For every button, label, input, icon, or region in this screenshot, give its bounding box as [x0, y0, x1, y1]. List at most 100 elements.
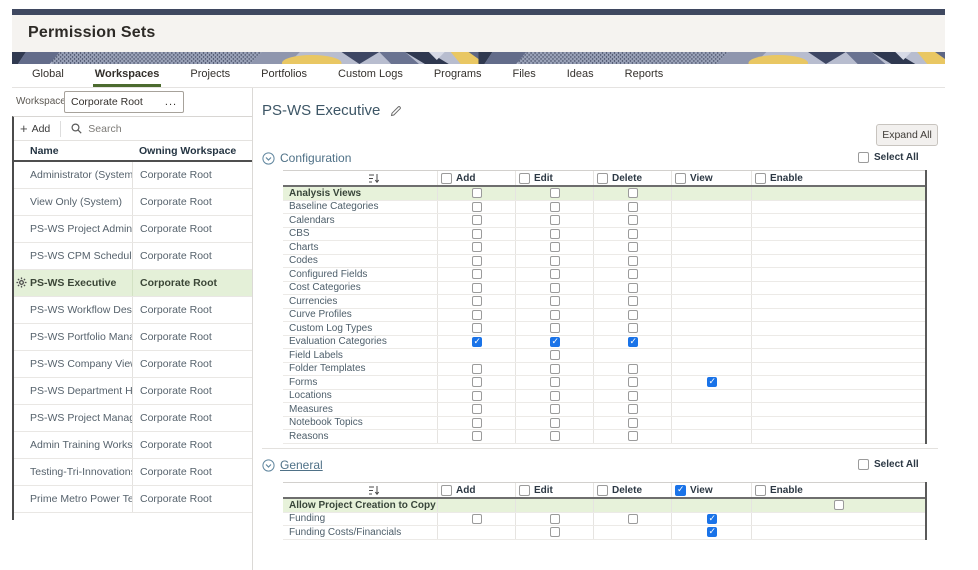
delete-checkbox[interactable]: [628, 391, 638, 401]
column-header-owning-workspace[interactable]: Owning Workspace: [132, 145, 236, 157]
edit-checkbox[interactable]: [550, 215, 560, 225]
permission-set-row[interactable]: PS-WS Workflow DesignerCorporate Root: [14, 297, 252, 324]
delete-checkbox[interactable]: [628, 364, 638, 374]
sort-icon[interactable]: [369, 173, 380, 184]
add-button[interactable]: + Add: [14, 121, 60, 136]
permission-set-row[interactable]: PS-WS Department HeadCorporate Root: [14, 378, 252, 405]
permission-row[interactable]: Codes: [283, 255, 925, 269]
permission-row[interactable]: Notebook Topics: [283, 417, 925, 431]
permission-row[interactable]: Evaluation Categories: [283, 336, 925, 350]
edit-checkbox[interactable]: [550, 283, 560, 293]
edit-column-checkbox[interactable]: [519, 173, 530, 184]
permission-row[interactable]: Configured Fields: [283, 268, 925, 282]
permission-row[interactable]: Funding Costs/Financials: [283, 526, 925, 540]
select-all-checkbox[interactable]: [858, 459, 869, 470]
edit-checkbox[interactable]: [550, 256, 560, 266]
search-input[interactable]: Search: [71, 123, 121, 135]
permission-set-row[interactable]: PS-WS Company ViewerCorporate Root: [14, 351, 252, 378]
add-checkbox[interactable]: [472, 404, 482, 414]
column-header-name[interactable]: Name: [14, 145, 132, 157]
permission-set-row[interactable]: Prime Metro Power TestingCorporate Root: [14, 486, 252, 513]
section-general[interactable]: General: [262, 458, 323, 472]
permission-row[interactable]: Folder Templates: [283, 363, 925, 377]
select-all-configuration[interactable]: Select All: [858, 152, 919, 163]
delete-checkbox[interactable]: [628, 514, 638, 524]
edit-checkbox[interactable]: [550, 364, 560, 374]
select-all-general[interactable]: Select All: [858, 459, 919, 470]
add-checkbox[interactable]: [472, 323, 482, 333]
edit-checkbox[interactable]: [550, 418, 560, 428]
edit-checkbox[interactable]: [550, 229, 560, 239]
permission-row[interactable]: Baseline Categories: [283, 201, 925, 215]
permission-set-row[interactable]: Admin Training Workspa...Corporate Root: [14, 432, 252, 459]
permission-row[interactable]: Reasons: [283, 430, 925, 444]
ellipsis-icon[interactable]: ...: [159, 96, 183, 108]
enable-column-checkbox[interactable]: [755, 485, 766, 496]
edit-checkbox[interactable]: [550, 269, 560, 279]
edit-checkbox[interactable]: [550, 188, 560, 198]
enable-column-checkbox[interactable]: [755, 173, 766, 184]
edit-checkbox[interactable]: [550, 527, 560, 537]
add-checkbox[interactable]: [472, 269, 482, 279]
delete-checkbox[interactable]: [628, 323, 638, 333]
delete-checkbox[interactable]: [628, 337, 638, 347]
delete-checkbox[interactable]: [628, 404, 638, 414]
add-checkbox[interactable]: [472, 202, 482, 212]
view-column-checkbox[interactable]: [675, 485, 686, 496]
permission-row[interactable]: Funding: [283, 513, 925, 527]
edit-checkbox[interactable]: [550, 350, 560, 360]
enable-checkbox[interactable]: [834, 500, 844, 510]
tab-projects[interactable]: Projects: [188, 64, 232, 87]
add-checkbox[interactable]: [472, 377, 482, 387]
view-column-checkbox[interactable]: [675, 173, 686, 184]
add-checkbox[interactable]: [472, 431, 482, 441]
delete-checkbox[interactable]: [628, 202, 638, 212]
add-checkbox[interactable]: [472, 418, 482, 428]
expand-all-button[interactable]: Expand All: [876, 124, 938, 146]
delete-checkbox[interactable]: [628, 418, 638, 428]
permission-set-row[interactable]: Administrator (System)Corporate Root: [14, 162, 252, 189]
sort-icon[interactable]: [369, 485, 380, 496]
delete-column-checkbox[interactable]: [597, 173, 608, 184]
add-checkbox[interactable]: [472, 229, 482, 239]
add-checkbox[interactable]: [472, 364, 482, 374]
permission-row[interactable]: Calendars: [283, 214, 925, 228]
add-checkbox[interactable]: [472, 256, 482, 266]
permission-row[interactable]: Field Labels: [283, 349, 925, 363]
edit-checkbox[interactable]: [550, 514, 560, 524]
delete-checkbox[interactable]: [628, 256, 638, 266]
permission-set-row[interactable]: PS-WS Project ManagerCorporate Root: [14, 405, 252, 432]
edit-checkbox[interactable]: [550, 431, 560, 441]
edit-checkbox[interactable]: [550, 404, 560, 414]
delete-checkbox[interactable]: [628, 269, 638, 279]
add-checkbox[interactable]: [472, 391, 482, 401]
add-checkbox[interactable]: [472, 242, 482, 252]
tab-workspaces[interactable]: Workspaces: [93, 64, 162, 87]
edit-checkbox[interactable]: [550, 377, 560, 387]
edit-checkbox[interactable]: [550, 323, 560, 333]
tab-custom-logs[interactable]: Custom Logs: [336, 64, 405, 87]
permission-set-row[interactable]: Testing-Tri-InnovationsCorporate Root: [14, 459, 252, 486]
delete-checkbox[interactable]: [628, 283, 638, 293]
tab-programs[interactable]: Programs: [432, 64, 484, 87]
view-checkbox[interactable]: [707, 377, 717, 387]
delete-checkbox[interactable]: [628, 215, 638, 225]
permission-row[interactable]: Measures: [283, 403, 925, 417]
add-column-checkbox[interactable]: [441, 485, 452, 496]
tab-files[interactable]: Files: [511, 64, 538, 87]
permission-row[interactable]: CBS: [283, 228, 925, 242]
permission-row[interactable]: Custom Log Types: [283, 322, 925, 336]
section-configuration[interactable]: Configuration: [262, 151, 351, 165]
permission-set-row[interactable]: View Only (System)Corporate Root: [14, 189, 252, 216]
add-checkbox[interactable]: [472, 188, 482, 198]
add-checkbox[interactable]: [472, 310, 482, 320]
delete-checkbox[interactable]: [628, 242, 638, 252]
delete-column-checkbox[interactable]: [597, 485, 608, 496]
permission-row[interactable]: Charts: [283, 241, 925, 255]
pencil-icon[interactable]: [390, 105, 402, 117]
edit-checkbox[interactable]: [550, 337, 560, 347]
add-checkbox[interactable]: [472, 337, 482, 347]
edit-checkbox[interactable]: [550, 202, 560, 212]
permission-row[interactable]: Locations: [283, 390, 925, 404]
permission-row[interactable]: Analysis Views: [283, 187, 925, 201]
